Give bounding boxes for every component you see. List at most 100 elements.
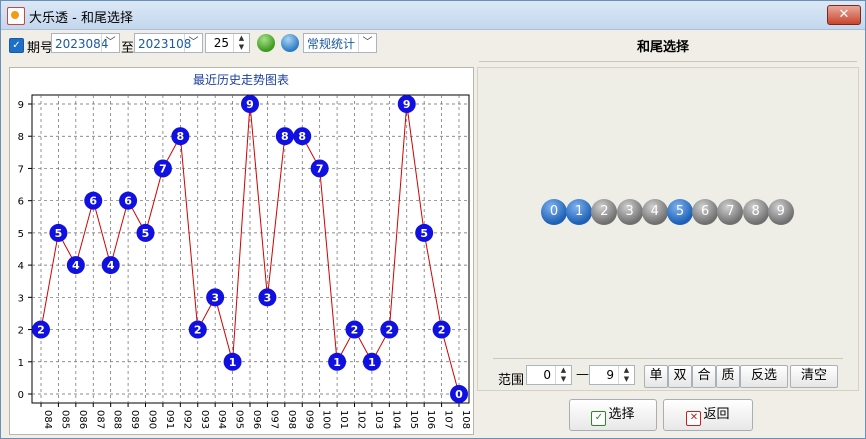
ball-9[interactable]: 9 (767, 199, 794, 225)
data-label: 7 (159, 162, 167, 175)
to-period-select[interactable]: 2023108 ﹀ (134, 33, 203, 53)
stepper-arrows-icon[interactable]: ▲ ▼ (555, 366, 571, 384)
count-value: 25 (213, 36, 229, 50)
x-tick-label: 086 (77, 410, 88, 429)
x-tick-label: 092 (181, 410, 192, 429)
data-label: 3 (211, 291, 219, 304)
close-button[interactable]: ✕ (827, 5, 861, 25)
data-label: 5 (420, 227, 428, 240)
x-tick-label: 102 (356, 410, 367, 429)
select-label: 选择 (608, 407, 635, 422)
select-button[interactable]: ✓ 选择 (569, 399, 657, 431)
y-tick-label: 7 (18, 164, 24, 175)
y-tick-label: 9 (18, 100, 24, 111)
range-max-value: 9 (606, 368, 614, 382)
data-label: 6 (124, 195, 132, 208)
x-tick-label: 107 (443, 410, 454, 429)
x-tick-label: 100 (321, 410, 332, 429)
x-tick-label: 088 (112, 410, 123, 429)
panel-title: 和尾选择 (637, 40, 690, 55)
range-min-stepper[interactable]: 0 ▲ ▼ (526, 365, 572, 385)
data-label: 8 (281, 130, 289, 143)
title-bar: 大乐透 - 和尾选择 ✕ (1, 1, 865, 30)
data-label: 1 (333, 356, 341, 369)
y-tick-label: 1 (18, 358, 24, 369)
ball-8[interactable]: 8 (742, 199, 769, 225)
data-label: 3 (264, 291, 272, 304)
data-label: 6 (89, 195, 97, 208)
chart-title: 最近历史走势图表 (193, 73, 289, 87)
chevron-down-icon[interactable]: ﹀ (358, 34, 376, 52)
up-arrow-icon[interactable] (281, 34, 299, 52)
odd-button[interactable]: 单 (644, 365, 668, 388)
data-label: 4 (72, 259, 80, 272)
data-label: 4 (107, 259, 115, 272)
ball-1[interactable]: 1 (566, 199, 593, 225)
ball-3[interactable]: 3 (616, 199, 643, 225)
period-label: 期号 (27, 41, 54, 56)
chevron-down-icon[interactable]: ﹀ (184, 34, 202, 52)
app-icon (7, 7, 25, 25)
back-label: 返回 (703, 407, 730, 422)
data-label: 2 (386, 324, 394, 337)
data-label: 2 (351, 324, 359, 337)
composite-button[interactable]: 合 (692, 365, 716, 388)
ball-6[interactable]: 6 (692, 199, 719, 225)
clear-button[interactable]: 清空 (790, 365, 838, 388)
data-label: 1 (368, 356, 376, 369)
data-label: 5 (55, 227, 63, 240)
trend-chart: 最近历史走势图表 0 1 2 3 4 5 6 7 8 9 084 085 086 087 088 089 090 0… (9, 67, 474, 435)
stepper-arrows-icon[interactable]: ▲ ▼ (233, 34, 249, 52)
y-tick-label: 8 (18, 132, 24, 143)
down-arrow-icon[interactable] (257, 34, 275, 52)
stepper-arrows-icon[interactable]: ▲ ▼ (618, 366, 634, 384)
data-label: 0 (455, 388, 463, 401)
data-label: 2 (438, 324, 446, 337)
chevron-down-icon[interactable]: ﹀ (101, 34, 119, 52)
y-tick-label: 5 (18, 229, 24, 240)
ball-0[interactable]: 0 (541, 199, 567, 225)
ball-5[interactable]: 5 (667, 199, 693, 225)
even-button[interactable]: 双 (668, 365, 692, 388)
x-tick-label: 097 (268, 410, 279, 429)
stat-mode-select[interactable]: 常规统计 ﹀ (303, 33, 377, 53)
data-label: 8 (298, 130, 306, 143)
ball-selection-panel (477, 67, 859, 391)
to-label: 至 (121, 41, 135, 56)
period-checkbox[interactable]: ✓ (9, 38, 24, 53)
x-tick-label: 093 (199, 410, 210, 429)
prime-button[interactable]: 质 (716, 365, 740, 388)
count-stepper[interactable]: 25 ▲ ▼ (205, 33, 250, 53)
back-button[interactable]: ✕ 返回 (663, 399, 753, 431)
x-tick-label: 094 (216, 410, 227, 429)
range-max-stepper[interactable]: 9 ▲ ▼ (589, 365, 635, 385)
y-tick-label: 4 (18, 261, 24, 272)
dialog-window: 大乐透 - 和尾选择 ✕ ✓ 期号 2023084 ﹀ 至 2023108 ﹀ … (0, 0, 866, 439)
range-min-value: 0 (543, 368, 551, 382)
ball-4[interactable]: 4 (641, 199, 668, 225)
x-tick-label: 105 (408, 410, 419, 429)
y-tick-label: 2 (18, 326, 24, 337)
trend-chart-svg: 最近历史走势图表0123456789084 085 086 087 088 089 090 0… (18, 73, 471, 429)
divider (493, 358, 843, 359)
x-tick-label: 106 (425, 410, 436, 429)
data-label: 7 (316, 162, 324, 175)
y-tick-label: 6 (18, 197, 24, 208)
x-tick-label: 095 (234, 410, 245, 429)
data-label: 2 (37, 324, 45, 337)
x-tick-label: 084 (42, 410, 53, 429)
data-label: 8 (177, 130, 185, 143)
stat-mode-value: 常规统计 (307, 37, 356, 51)
toolbar: ✓ 期号 2023084 ﹀ 至 2023108 ﹀ 25 ▲ ▼ 常规统计 ﹀ (1, 30, 865, 60)
x-tick-label: 103 (373, 410, 384, 429)
close-icon: ✕ (686, 411, 702, 426)
from-period-select[interactable]: 2023084 ﹀ (51, 33, 120, 53)
x-tick-label: 108 (460, 410, 471, 429)
x-tick-label: 089 (129, 410, 140, 429)
data-label: 5 (142, 227, 150, 240)
window-title: 大乐透 - 和尾选择 (29, 11, 133, 26)
x-tick-label: 101 (338, 410, 349, 429)
range-label: 范围 (498, 373, 525, 388)
invert-button[interactable]: 反选 (740, 365, 788, 388)
x-tick-label: 090 (147, 410, 158, 429)
